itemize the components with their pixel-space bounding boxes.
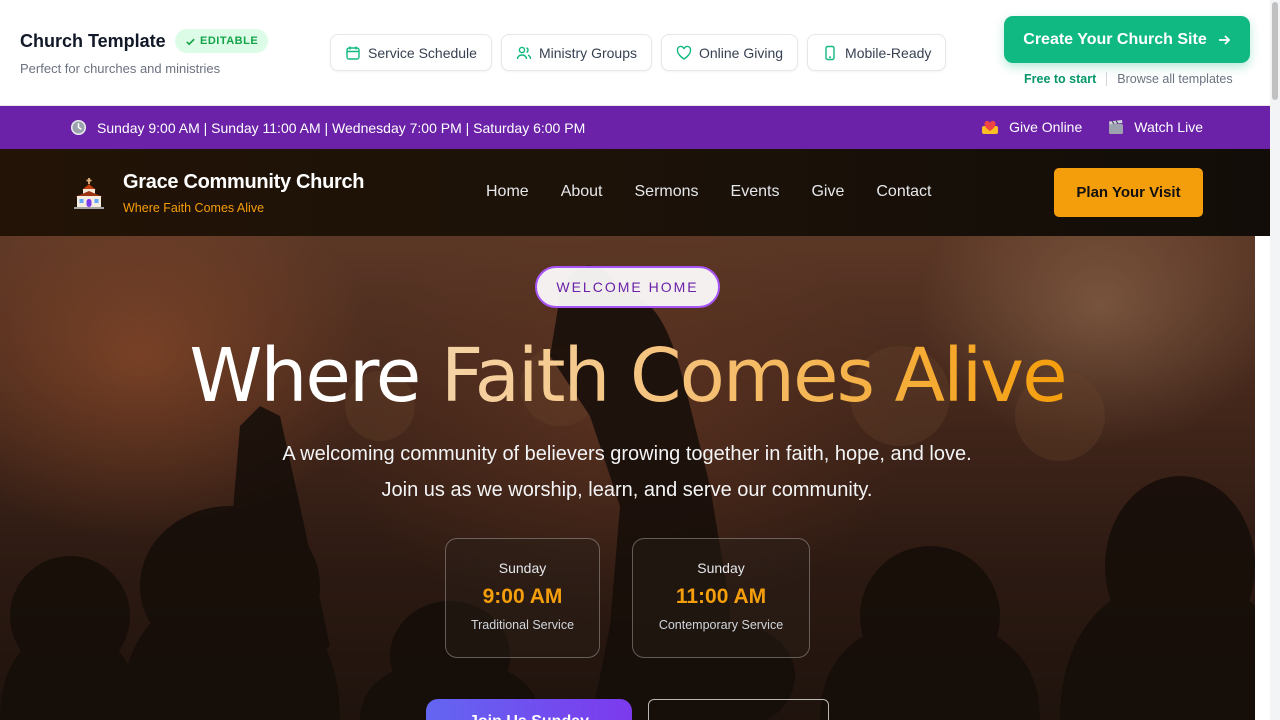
cta-subline: Free to start Browse all templates <box>1024 72 1233 86</box>
feature-label: Online Giving <box>698 44 784 61</box>
scrollbar[interactable] <box>1270 0 1280 720</box>
headline-white: Where <box>189 333 421 419</box>
secondary-hero-button[interactable] <box>648 699 829 720</box>
hero-headline: Where Faith Comes Alive <box>0 333 1255 419</box>
template-header: Church Template EDITABLE Perfect for chu… <box>0 0 1270 106</box>
church-icon <box>74 178 104 209</box>
watch-live-link[interactable]: Watch Live <box>1108 119 1203 135</box>
feature-online-giving[interactable]: Online Giving <box>660 34 799 71</box>
info-bar-links: Give Online Watch Live <box>981 119 1203 135</box>
service-info-bar: Sunday 9:00 AM | Sunday 11:00 AM | Wedne… <box>0 106 1270 149</box>
feature-pills: Service Schedule Ministry Groups Online … <box>330 34 947 71</box>
church-tagline: Where Faith Comes Alive <box>123 201 265 215</box>
feature-ministry-groups[interactable]: Ministry Groups <box>500 34 652 71</box>
feature-label: Service Schedule <box>368 44 477 61</box>
nav-events[interactable]: Events <box>731 183 780 201</box>
phone-icon <box>825 45 835 60</box>
badge-label: EDITABLE <box>200 35 259 47</box>
check-icon <box>186 38 195 45</box>
heart-icon <box>676 45 692 60</box>
template-subtitle: Perfect for churches and ministries <box>20 61 221 76</box>
service-card: Sunday 9:00 AM Traditional Service <box>445 538 600 658</box>
plan-visit-button[interactable]: Plan Your Visit <box>1054 168 1203 217</box>
site-navbar: Grace Community Church Where Faith Comes… <box>0 149 1270 236</box>
nav-contact[interactable]: Contact <box>876 183 931 201</box>
heart-gift-icon <box>982 120 999 134</box>
arrow-right-icon <box>1218 34 1230 45</box>
service-time: 11:00 AM <box>675 585 767 608</box>
service-day: Sunday <box>498 560 547 576</box>
nav-home[interactable]: Home <box>486 183 529 201</box>
feature-label: Ministry Groups <box>538 44 637 61</box>
clapper-icon <box>1109 120 1124 134</box>
church-name[interactable]: Grace Community Church <box>123 171 365 194</box>
hero-lead: A welcoming community of believers growi… <box>282 443 972 501</box>
service-times-text: Sunday 9:00 AM | Sunday 11:00 AM | Wedne… <box>97 119 586 136</box>
hero-section: WELCOME HOME Where Faith Comes Alive A w… <box>0 236 1255 720</box>
create-site-button[interactable]: Create Your Church Site <box>1004 16 1250 63</box>
scrollbar-thumb[interactable] <box>1272 2 1278 100</box>
service-times: Sunday 9:00 AM | Sunday 11:00 AM | Wedne… <box>70 119 585 136</box>
editable-badge: EDITABLE <box>175 29 269 53</box>
welcome-badge: WELCOME HOME <box>535 266 720 308</box>
main-menu: Home About Sermons Events Give Contact <box>486 183 932 201</box>
service-day: Sunday <box>697 560 745 576</box>
users-icon <box>516 46 532 59</box>
divider <box>1106 72 1108 86</box>
feature-label: Mobile-Ready <box>845 44 932 61</box>
browse-templates-link[interactable]: Browse all templates <box>1117 72 1232 86</box>
template-title: Church Template <box>20 31 166 51</box>
service-card: Sunday 11:00 AM Contemporary Service <box>632 538 810 658</box>
give-online-link[interactable]: Give Online <box>981 119 1082 135</box>
nav-about[interactable]: About <box>561 183 603 201</box>
clock-icon <box>70 119 87 136</box>
nav-sermons[interactable]: Sermons <box>635 183 699 201</box>
create-site-label: Create Your Church Site <box>1023 30 1207 48</box>
give-online-label: Give Online <box>1009 119 1083 135</box>
feature-mobile-ready[interactable]: Mobile-Ready <box>807 34 947 71</box>
calendar-icon <box>346 46 360 60</box>
nav-give[interactable]: Give <box>811 183 844 201</box>
service-type: Contemporary Service <box>658 618 784 632</box>
free-label: Free to start <box>1024 72 1097 86</box>
watch-live-label: Watch Live <box>1134 119 1203 135</box>
join-us-button[interactable]: Join Us Sunday <box>426 699 632 720</box>
feature-service-schedule[interactable]: Service Schedule <box>330 34 492 71</box>
service-time: 9:00 AM <box>482 585 563 608</box>
service-type: Traditional Service <box>470 618 575 632</box>
headline-gold: Faith Comes Alive <box>440 333 1068 419</box>
